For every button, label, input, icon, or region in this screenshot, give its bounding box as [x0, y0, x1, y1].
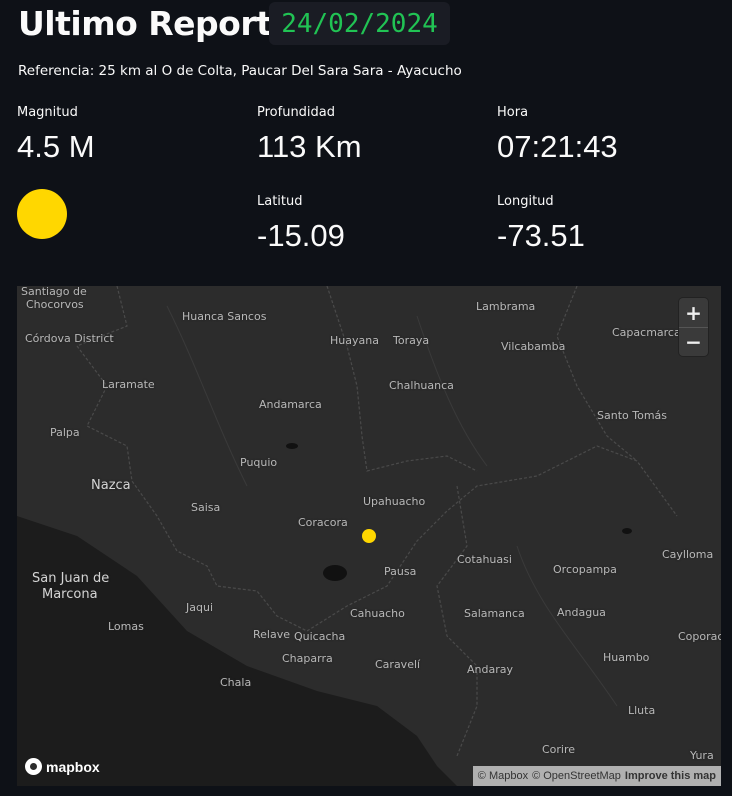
- latitude-label: Latitud: [257, 194, 303, 209]
- place-label: Huanca Sancos: [182, 310, 267, 323]
- time-value: 07:21:43: [497, 129, 618, 164]
- place-label: Corire: [542, 743, 576, 756]
- place-label: Marcona: [42, 587, 98, 602]
- mapbox-logo[interactable]: mapbox: [25, 758, 100, 775]
- depth-value: 113 Km: [257, 129, 362, 164]
- magnitude-value: 4.5 M: [17, 129, 95, 164]
- place-label: Vilcabamba: [501, 340, 566, 353]
- place-label: Chocorvos: [26, 298, 84, 311]
- place-label: Huayana: [330, 334, 379, 347]
- report-date: 24/02/2024: [269, 2, 450, 45]
- latitude-value: -15.09: [257, 218, 345, 253]
- place-label: Caylloma: [662, 548, 714, 561]
- place-label: Capacmarca: [612, 326, 681, 339]
- depth-label: Profundidad: [257, 105, 336, 120]
- mapbox-attribution-link[interactable]: © Mapbox: [478, 770, 528, 782]
- zoom-controls: + −: [679, 298, 708, 356]
- place-label: Chala: [220, 676, 252, 689]
- place-label: Lomas: [108, 620, 144, 633]
- place-label: Coporac: [678, 630, 721, 643]
- place-label: Santo Tomás: [597, 409, 668, 422]
- place-label: Caravelí: [375, 658, 421, 671]
- place-label: Coracora: [298, 516, 348, 529]
- place-label: Laramate: [102, 378, 155, 391]
- place-label: Puquio: [240, 456, 278, 469]
- place-label: Huambo: [603, 651, 650, 664]
- place-label: Nazca: [91, 478, 131, 493]
- page-title: Ultimo Reporte:: [18, 4, 306, 43]
- place-label: Andamarca: [259, 398, 322, 411]
- place-label: Saisa: [191, 501, 221, 514]
- reference-text: Referencia: 25 km al O de Colta, Paucar …: [18, 63, 462, 79]
- place-label: Lambrama: [476, 300, 536, 313]
- time-label: Hora: [497, 105, 529, 120]
- zoom-in-button[interactable]: +: [679, 298, 708, 328]
- longitude-label: Longitud: [497, 194, 554, 209]
- place-label: Pausa: [384, 565, 417, 578]
- osm-attribution-link[interactable]: © OpenStreetMap: [532, 770, 621, 782]
- mapbox-logo-icon: [25, 758, 42, 775]
- place-label: Jaqui: [186, 601, 213, 614]
- place-label: Palpa: [50, 426, 80, 439]
- place-label: Andaray: [467, 663, 513, 676]
- place-label: Upahuacho: [363, 495, 426, 508]
- place-label: Córdova District: [25, 332, 114, 345]
- place-label: San Juan de: [32, 571, 110, 586]
- place-label: Relave: [253, 628, 290, 641]
- place-label: Salamanca: [464, 607, 525, 620]
- magnitude-label: Magnitud: [17, 105, 78, 120]
- longitude-value: -73.51: [497, 218, 585, 253]
- place-label: Chaparra: [282, 652, 333, 665]
- place-label: Toraya: [393, 334, 430, 347]
- earthquake-epicenter-marker[interactable]: [362, 529, 376, 543]
- place-label: Orcopampa: [553, 563, 617, 576]
- place-label: Lluta: [628, 704, 656, 717]
- place-label: Cahuacho: [350, 607, 405, 620]
- map-attribution: © Mapbox © OpenStreetMap Improve this ma…: [472, 766, 721, 786]
- magnitude-indicator: [17, 189, 67, 239]
- zoom-out-button[interactable]: −: [679, 327, 708, 356]
- place-label: Cotahuasi: [457, 553, 512, 566]
- place-label: Andagua: [557, 606, 606, 619]
- place-label: Santiago de: [21, 286, 87, 298]
- improve-map-link[interactable]: Improve this map: [625, 770, 716, 782]
- place-label: Chalhuanca: [389, 379, 454, 392]
- mapbox-logo-text: mapbox: [46, 758, 100, 775]
- earthquake-map[interactable]: Santiago de Chocorvos Córdova District H…: [17, 286, 721, 786]
- place-label: Quicacha: [294, 630, 346, 643]
- place-label: Yura: [690, 749, 714, 762]
